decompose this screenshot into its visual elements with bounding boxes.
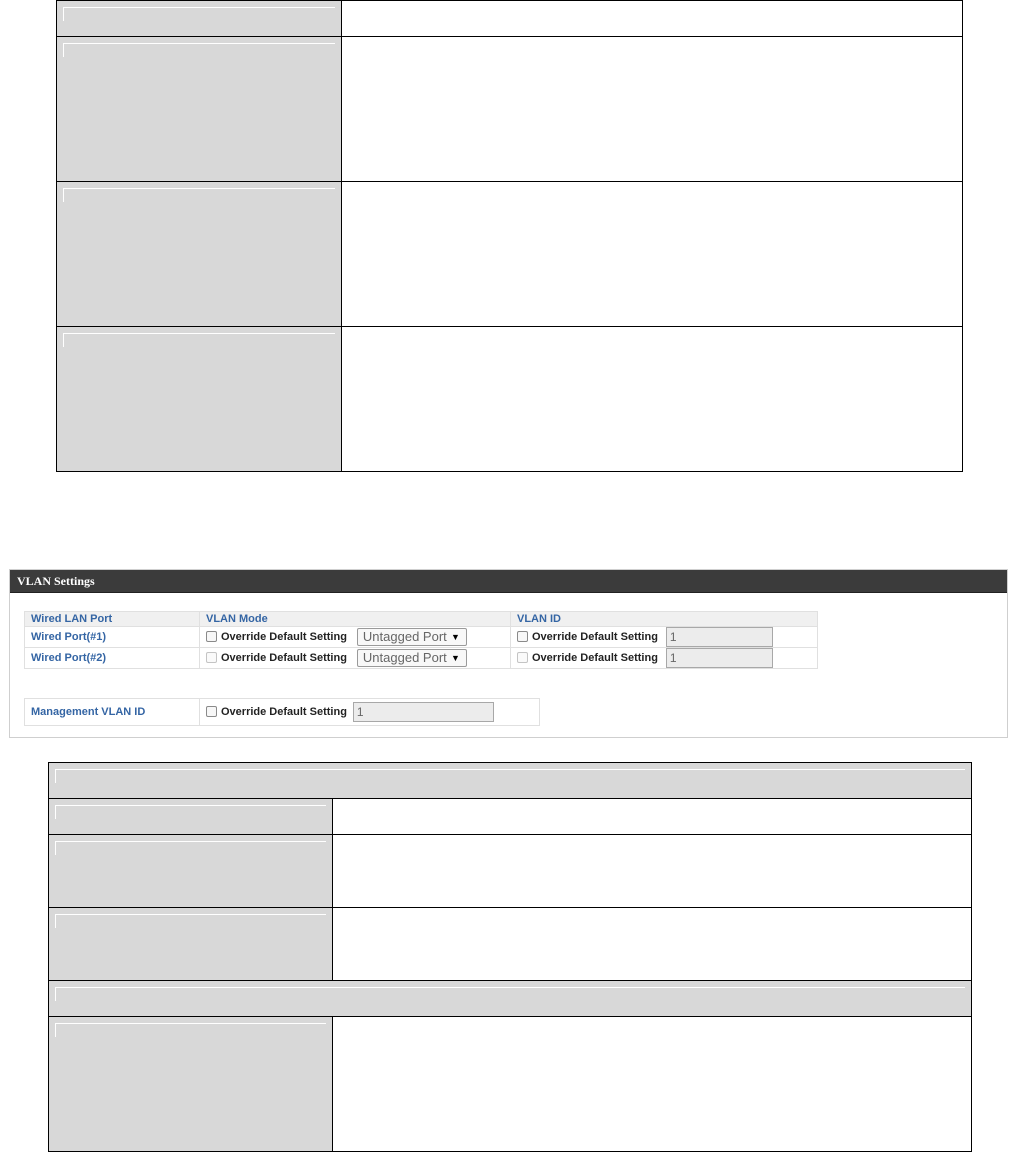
vlan-mode-select[interactable]: Untagged Port ▼ (356, 649, 467, 667)
vlan-port-table: Wired LAN Port VLAN Mode VLAN ID Wired P… (24, 611, 818, 669)
top-label-cell-3 (56, 181, 342, 327)
port-label: Wired Port(#1) (24, 626, 200, 648)
triangle-down-icon: ▼ (451, 653, 460, 663)
bottom-value-cell-1 (332, 798, 972, 835)
mode-cell: Override Default Setting Untagged Port ▼ (199, 626, 511, 648)
vlan-mode-value: Untagged Port (362, 650, 447, 665)
top-value-cell-1 (341, 0, 963, 37)
top-value-cell-2 (341, 36, 963, 182)
management-vlan-cell: Override Default Setting 1 (198, 698, 494, 726)
port-label: Wired Port(#2) (24, 647, 200, 669)
table-row: Wired Port(#2) Override Default Setting U… (24, 647, 818, 669)
vlan-id-input[interactable]: 1 (665, 648, 773, 668)
mode-override-label: Override Default Setting (221, 630, 347, 643)
top-doc-table (56, 0, 963, 472)
top-label-cell-1 (56, 0, 342, 37)
bottom-section-header-2 (48, 980, 972, 1017)
top-label-cell-4 (56, 326, 342, 472)
bottom-doc-table (48, 762, 972, 1152)
id-override-checkbox[interactable] (517, 630, 528, 642)
management-vlan-table: Management VLAN ID Override Default Sett… (24, 698, 540, 726)
id-override-label: Override Default Setting (532, 651, 658, 664)
bottom-label-cell-3 (48, 907, 333, 981)
col-header-id: VLAN ID (510, 611, 818, 627)
bottom-section-header-1 (48, 762, 972, 799)
bottom-label-cell-4 (48, 1016, 333, 1152)
triangle-down-icon: ▼ (451, 632, 460, 642)
table-row: Wired Port(#1) Override Default Setting U… (24, 626, 818, 648)
mode-override-checkbox[interactable] (206, 651, 217, 663)
management-override-label: Override Default Setting (221, 705, 347, 718)
top-value-cell-4 (341, 326, 963, 472)
id-cell: Override Default Setting 1 (510, 626, 818, 648)
bottom-value-cell-3 (332, 907, 972, 981)
bottom-value-cell-4 (332, 1016, 972, 1152)
bottom-label-cell-2 (48, 834, 333, 908)
id-cell: Override Default Setting 1 (510, 647, 818, 669)
vlan-mode-value: Untagged Port (362, 629, 447, 644)
bottom-label-cell-1 (48, 798, 333, 835)
mode-cell: Override Default Setting Untagged Port ▼ (199, 647, 511, 669)
top-label-cell-2 (56, 36, 342, 182)
management-vlan-input[interactable]: 1 (352, 702, 494, 722)
vlan-settings-title: VLAN Settings (17, 574, 95, 588)
management-vlan-spacer (493, 698, 540, 726)
col-header-mode: VLAN Mode (199, 611, 511, 627)
vlan-settings-panel: VLAN Settings Wired LAN Port VLAN Mode V… (9, 569, 1008, 738)
top-value-cell-3 (341, 181, 963, 327)
mode-override-label: Override Default Setting (221, 651, 347, 664)
col-header-port: Wired LAN Port (24, 611, 200, 627)
vlan-id-input[interactable]: 1 (665, 627, 773, 647)
bottom-value-cell-2 (332, 834, 972, 908)
id-override-checkbox[interactable] (517, 651, 528, 663)
id-override-label: Override Default Setting (532, 630, 658, 643)
management-override-checkbox[interactable] (206, 705, 217, 717)
vlan-settings-header: VLAN Settings (10, 570, 1007, 593)
management-vlan-label: Management VLAN ID (24, 698, 200, 726)
mode-override-checkbox[interactable] (206, 630, 217, 642)
vlan-mode-select[interactable]: Untagged Port ▼ (356, 628, 467, 646)
